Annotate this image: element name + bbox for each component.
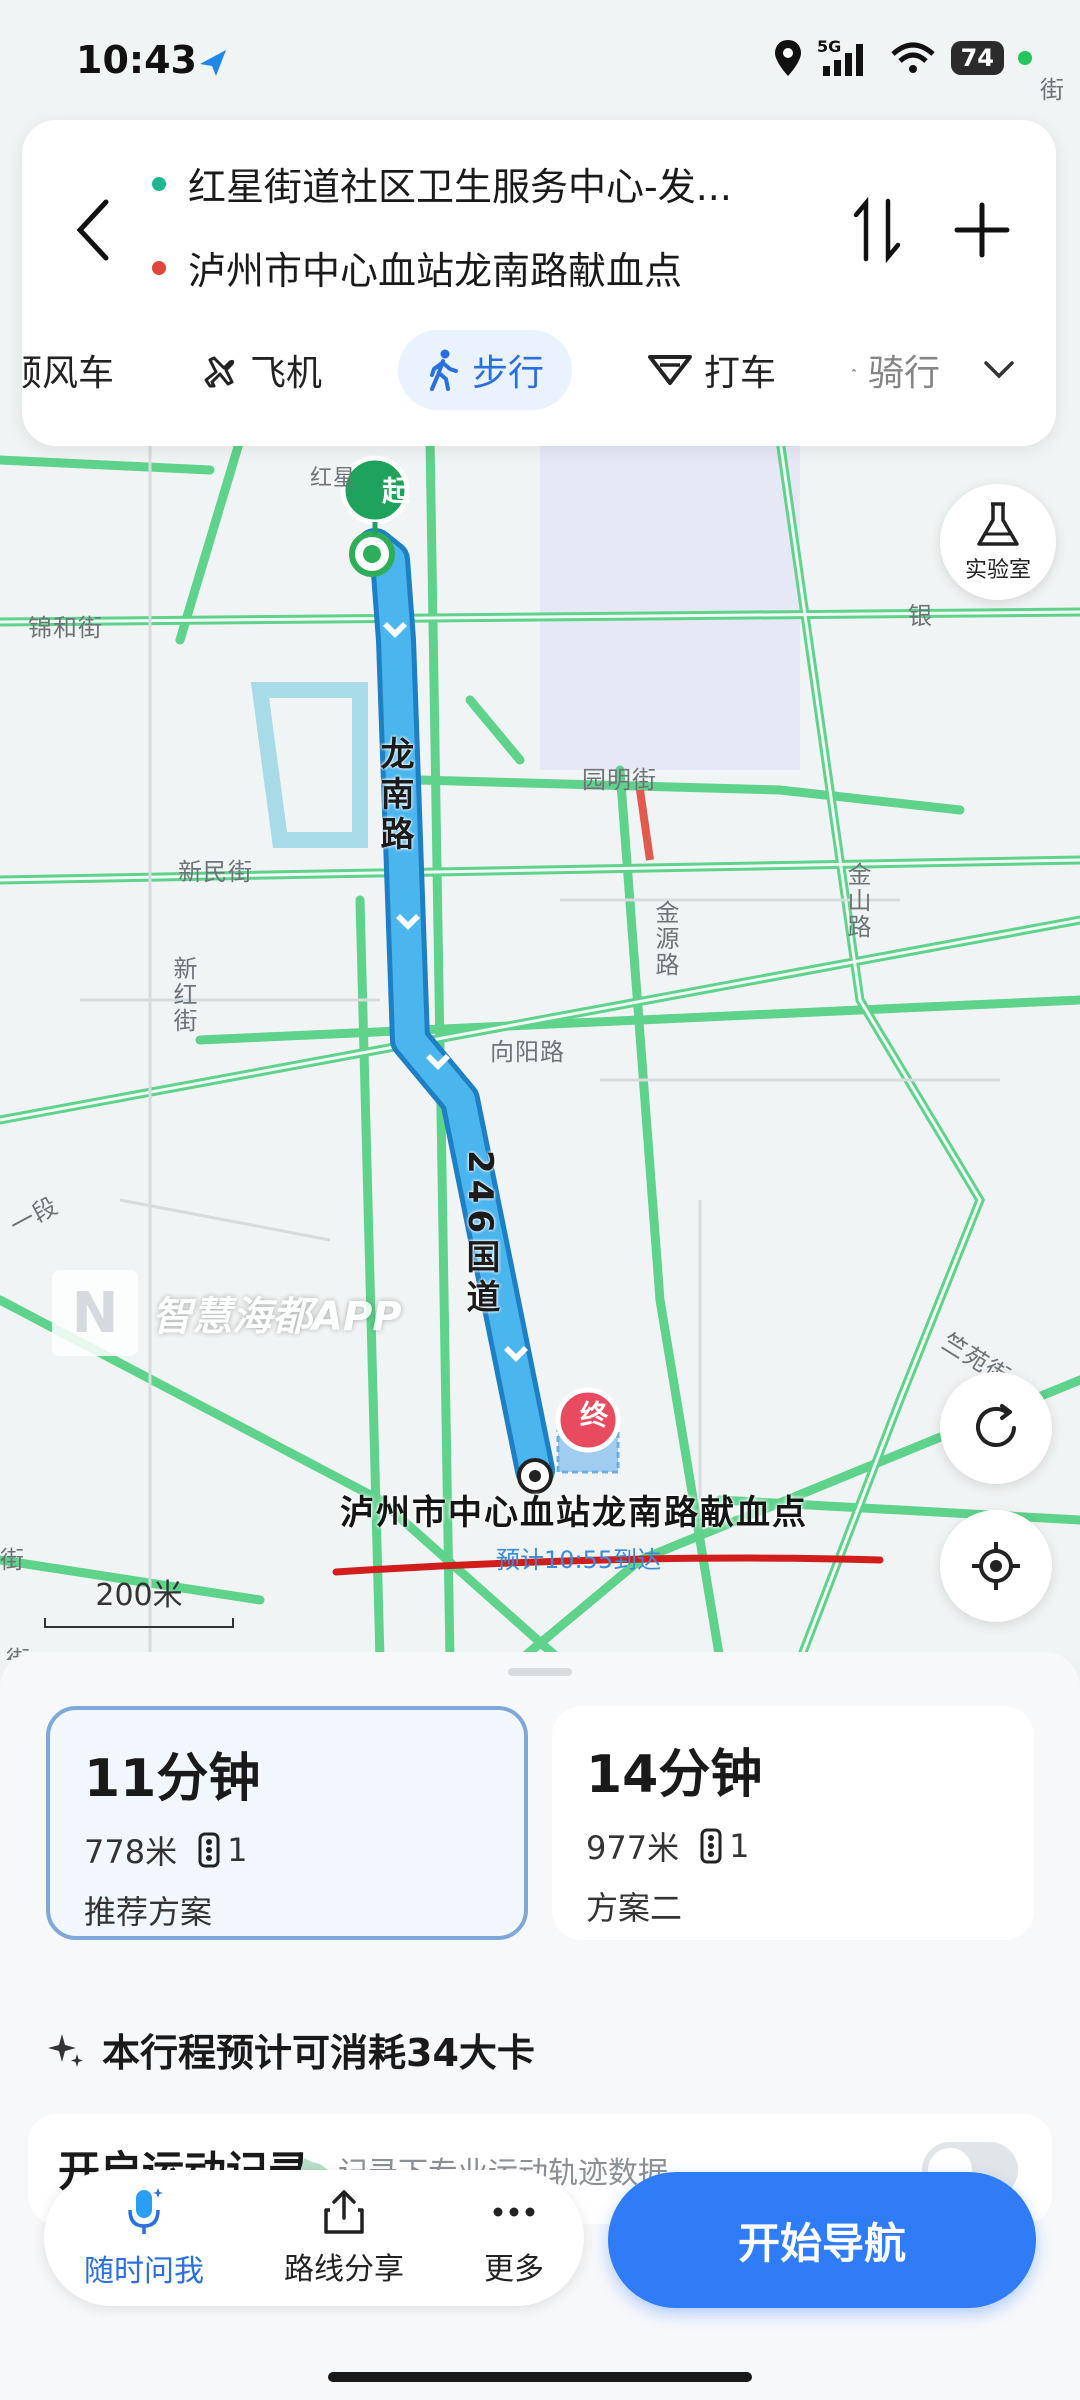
network-label: 5G [817, 38, 841, 56]
road-label-xiangyang: 向阳路 [490, 1038, 565, 1066]
tab-taxi-label: 打车 [704, 353, 777, 394]
road-label-xinmin: 新民街 [178, 858, 253, 886]
watermark-text: 智慧海都APP [152, 1294, 402, 1340]
destination-map-label: 泸州市中心血站龙南路献血点 [340, 1493, 808, 1533]
tab-walk[interactable]: 步行 [398, 330, 573, 410]
tab-carpool[interactable]: 顺风车 [22, 330, 114, 410]
signal-icon: 5G [817, 38, 863, 76]
tab-carpool-label: 顺风车 [22, 353, 115, 394]
road-label-jinyuan: 金源路 [651, 900, 679, 978]
sheet-handle[interactable] [508, 1668, 572, 1676]
more-button[interactable]: 更多 [484, 2188, 544, 2288]
status-bar: 10:43 5G 74 [0, 0, 1080, 120]
destination-text: 泸州市中心血站龙南路献血点 [188, 249, 683, 293]
road-label-jie: 街 [0, 1546, 25, 1574]
plan-1-meta: 778米 1 [84, 1827, 490, 1873]
bottom-action-bar: 随时问我 路线分享 更多 [44, 2170, 584, 2306]
more-label: 更多 [484, 2252, 544, 2287]
start-navigation-button[interactable]: 开始导航 [608, 2172, 1036, 2308]
ask-me-button[interactable]: 随时问我 [84, 2186, 204, 2290]
eta-label: 预计10:55到达 [496, 1546, 662, 1574]
origin-text: 红星街道社区卫生服务中心-发... [188, 165, 732, 209]
traffic-light-icon [198, 1832, 220, 1868]
tab-bike[interactable]: 骑行 [852, 330, 940, 410]
origin-field[interactable]: 红星街道社区卫生服务中心-发... [152, 156, 832, 211]
origin-dot-icon [152, 176, 166, 191]
tab-walk-label: 步行 [472, 353, 545, 394]
plan-1-tag: 推荐方案 [84, 1893, 213, 1931]
taxi-icon [648, 355, 692, 385]
transport-mode-tabs: 顺风车 飞机 步行 打车 骑行 [22, 330, 1056, 410]
route-road-label-longnan: 龙南路 [374, 736, 414, 856]
road-label-xinhong: 新红街 [169, 956, 197, 1034]
swap-button[interactable] [842, 190, 912, 270]
refresh-icon [976, 1404, 1016, 1447]
privacy-dot [1018, 51, 1032, 65]
add-waypoint-button[interactable] [942, 190, 1022, 270]
destination-field[interactable]: 泸州市中心血站龙南路献血点 [152, 240, 832, 295]
end-marker-label: 终 [576, 1400, 609, 1428]
route-input-card: 红星街道社区卫生服务中心-发... 泸州市中心血站龙南路献血点 顺风车 飞机 步… [22, 120, 1056, 446]
plan-2-distance: 977米 [586, 1829, 680, 1867]
calorie-text: 本行程预计可消耗34大卡 [102, 2031, 535, 2075]
route-road-label-246: 246国道 [460, 1150, 500, 1319]
plan-2-meta: 977米 1 [586, 1823, 1000, 1869]
map-scale: 200米 [44, 1570, 234, 1628]
road-label-jinhe: 锦和街 [28, 614, 103, 642]
route-plan-2[interactable]: 14分钟 977米 1 方案二 [552, 1706, 1034, 1940]
bicycle-icon [852, 369, 856, 372]
plan-1-lights: 1 [227, 1831, 248, 1869]
destination-dot-icon [152, 260, 166, 275]
wifi-icon [890, 42, 935, 73]
tab-taxi[interactable]: 打车 [648, 330, 776, 410]
airplane-icon [204, 356, 235, 388]
plus-icon [954, 202, 1010, 258]
plan-2-time: 14分钟 [586, 1745, 763, 1805]
lab-button[interactable]: 实验室 [940, 484, 1056, 600]
microphone-icon [128, 2188, 163, 2234]
road-label-yin: 银 [908, 602, 933, 630]
walking-person-icon [430, 349, 458, 391]
sparkle-icon [48, 2033, 83, 2067]
ask-me-label: 随时问我 [84, 2254, 204, 2289]
plan-1-distance: 778米 [84, 1833, 178, 1871]
location-pin-icon [774, 40, 801, 76]
road-label-yuanming: 园明街 [582, 766, 657, 794]
location-arrow-icon [200, 50, 226, 76]
plan-2-lights: 1 [729, 1827, 750, 1865]
refresh-button[interactable] [940, 1372, 1052, 1484]
chevron-left-icon [76, 199, 109, 261]
start-marker-label: 起 [378, 476, 411, 510]
share-route-label: 路线分享 [284, 2252, 404, 2287]
watermark-logo: N [52, 1270, 138, 1356]
plan-2-tag: 方案二 [586, 1889, 683, 1927]
crosshair-icon [972, 1542, 1020, 1590]
tab-flight-label: 飞机 [250, 353, 323, 394]
more-dots-icon [493, 2207, 535, 2217]
watermark: N 智慧海都APP [52, 1270, 402, 1356]
battery-indicator: 74 [950, 41, 1004, 75]
share-icon [324, 2190, 364, 2234]
flask-icon [977, 502, 1019, 546]
lab-label: 实验室 [964, 558, 1031, 583]
chevron-down-icon [984, 361, 1014, 379]
plan-1-time: 11分钟 [84, 1749, 261, 1809]
status-time: 10:43 [76, 38, 197, 82]
home-indicator[interactable] [328, 2372, 752, 2382]
share-route-button[interactable]: 路线分享 [284, 2188, 404, 2288]
traffic-light-icon [700, 1828, 722, 1864]
locate-me-button[interactable] [940, 1510, 1052, 1622]
back-button[interactable] [64, 190, 124, 270]
tab-flight[interactable]: 飞机 [198, 330, 322, 410]
calorie-info: 本行程预计可消耗34大卡 [48, 2022, 535, 2077]
route-plan-1[interactable]: 11分钟 778米 1 推荐方案 [46, 1706, 528, 1940]
tab-bike-label: 骑行 [867, 353, 940, 394]
more-modes-button[interactable] [982, 330, 1016, 410]
map-scale-text: 200米 [95, 1578, 183, 1613]
swap-arrows-icon [853, 197, 901, 263]
road-label-jinshan: 金山路 [843, 862, 871, 940]
road-label-hongxing: 红星 [310, 466, 357, 491]
